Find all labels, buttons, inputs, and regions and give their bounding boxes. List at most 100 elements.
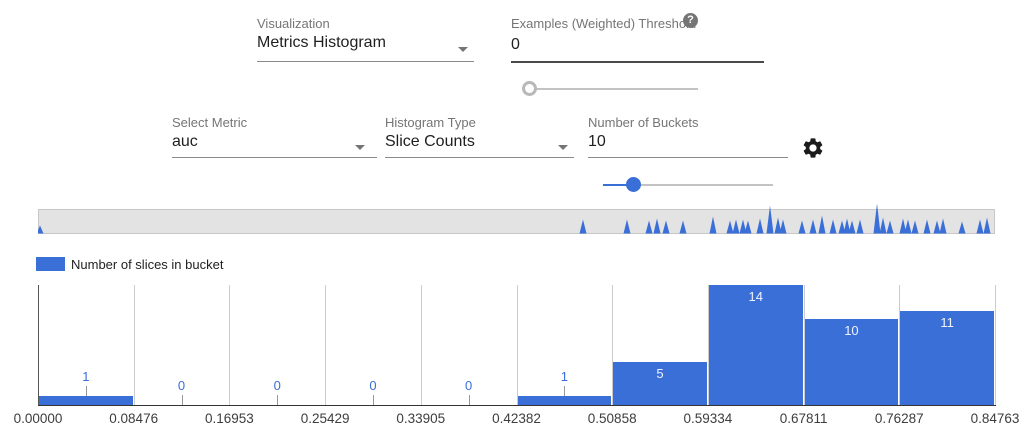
density-spike [38,226,44,234]
bar-value-label: 0 [162,378,202,393]
density-spike [810,220,817,234]
histogram-plot: 1000015141011 [38,285,995,405]
chevron-down-icon [458,47,468,52]
visualization-dropdown[interactable]: Metrics Histogram [257,34,474,62]
threshold-label: Examples (Weighted) Threshold [511,16,696,31]
density-spike [912,221,919,234]
density-spike [654,219,661,234]
x-tick-label: 0.00000 [8,411,68,426]
gear-icon [801,136,825,160]
threshold-slider[interactable] [522,80,704,98]
select-metric-dropdown[interactable]: auc [172,133,377,159]
annotation-stem [86,386,87,396]
bar-value-label: 0 [449,378,489,393]
annotation-stem [182,395,183,405]
density-spike [745,221,752,234]
visualization-label: Visualization [257,16,330,31]
select-metric-value: auc [172,133,198,150]
threshold-input[interactable]: 0 [511,36,764,54]
x-tick-label: 0.25429 [295,411,355,426]
num-buckets-input[interactable]: 10 [588,133,788,151]
annotation-stem [564,386,565,396]
density-spike [780,220,787,234]
chart-legend: Number of slices in bucket [36,256,223,272]
num-buckets-slider[interactable] [598,176,780,194]
bar-value-label: 14 [736,289,776,304]
density-spike [924,220,931,234]
density-spike [874,204,881,234]
density-spike [934,221,941,234]
x-axis-labels: 0.000000.084760.169530.254290.339050.423… [38,411,995,429]
bar-value-label: 1 [66,369,106,384]
bar-value-label: 0 [353,378,393,393]
x-tick-label: 0.33905 [391,411,451,426]
threshold-slider-thumb[interactable] [522,81,537,96]
density-spike [880,218,887,234]
density-spike [680,221,687,234]
density-spike [663,221,670,234]
gridline [517,285,518,405]
gridline [421,285,422,405]
histogram-type-dropdown[interactable]: Slice Counts [385,133,574,159]
bar-value-label: 0 [257,378,297,393]
chevron-down-icon [558,145,568,150]
bar-value-label: 10 [831,323,871,338]
bar-value-label: 5 [640,366,680,381]
histogram-type-value: Slice Counts [385,133,475,150]
threshold-slider-track[interactable] [528,88,698,90]
visualization-value: Metrics Histogram [257,34,386,51]
density-spike [819,216,826,234]
density-spike [580,220,587,234]
num-buckets-underline [588,157,788,158]
overview-strip-spikes [38,200,995,234]
gridline [995,285,996,405]
density-spike [767,206,774,234]
visualization-underline [257,61,474,62]
threshold-underline [511,61,764,63]
legend-swatch [36,257,65,271]
help-icon[interactable]: ? [683,13,698,28]
density-spike [887,221,894,234]
density-spike [849,221,856,234]
histogram-type-label: Histogram Type [385,115,476,130]
x-tick-label: 0.84763 [965,411,1024,426]
y-axis-line [38,285,39,405]
density-spike [799,221,806,234]
density-spike [984,218,991,234]
density-spike [733,220,740,234]
x-tick-label: 0.16953 [199,411,259,426]
select-metric-underline [172,157,377,158]
chevron-down-icon [355,145,365,150]
density-spike [757,219,764,234]
density-spike [727,221,734,234]
density-spike [940,219,947,234]
num-buckets-slider-thumb[interactable] [626,177,641,192]
density-spike [959,222,966,234]
density-spike [905,220,912,234]
density-spike [624,220,631,234]
annotation-stem [373,395,374,405]
density-spike [646,221,653,234]
x-tick-label: 0.76287 [869,411,929,426]
legend-label: Number of slices in bucket [71,257,223,272]
x-tick-label: 0.08476 [104,411,164,426]
gridline [134,285,135,405]
gridline [229,285,230,405]
bar-bucket-0[interactable] [39,396,133,405]
x-tick-label: 0.42382 [487,411,547,426]
annotation-stem [469,395,470,405]
bar-bucket-5[interactable] [518,396,612,405]
x-axis-line [38,405,996,406]
bar-value-label: 1 [544,369,584,384]
num-buckets-label: Number of Buckets [588,115,699,130]
x-tick-label: 0.67811 [774,411,834,426]
gridline [325,285,326,405]
histogram-type-underline [385,157,574,158]
x-tick-label: 0.50858 [582,411,642,426]
density-spike [977,220,984,234]
annotation-stem [277,395,278,405]
bar-value-label: 11 [927,315,967,330]
x-tick-label: 0.59334 [678,411,738,426]
settings-button[interactable] [801,136,825,160]
density-spike [710,217,717,234]
